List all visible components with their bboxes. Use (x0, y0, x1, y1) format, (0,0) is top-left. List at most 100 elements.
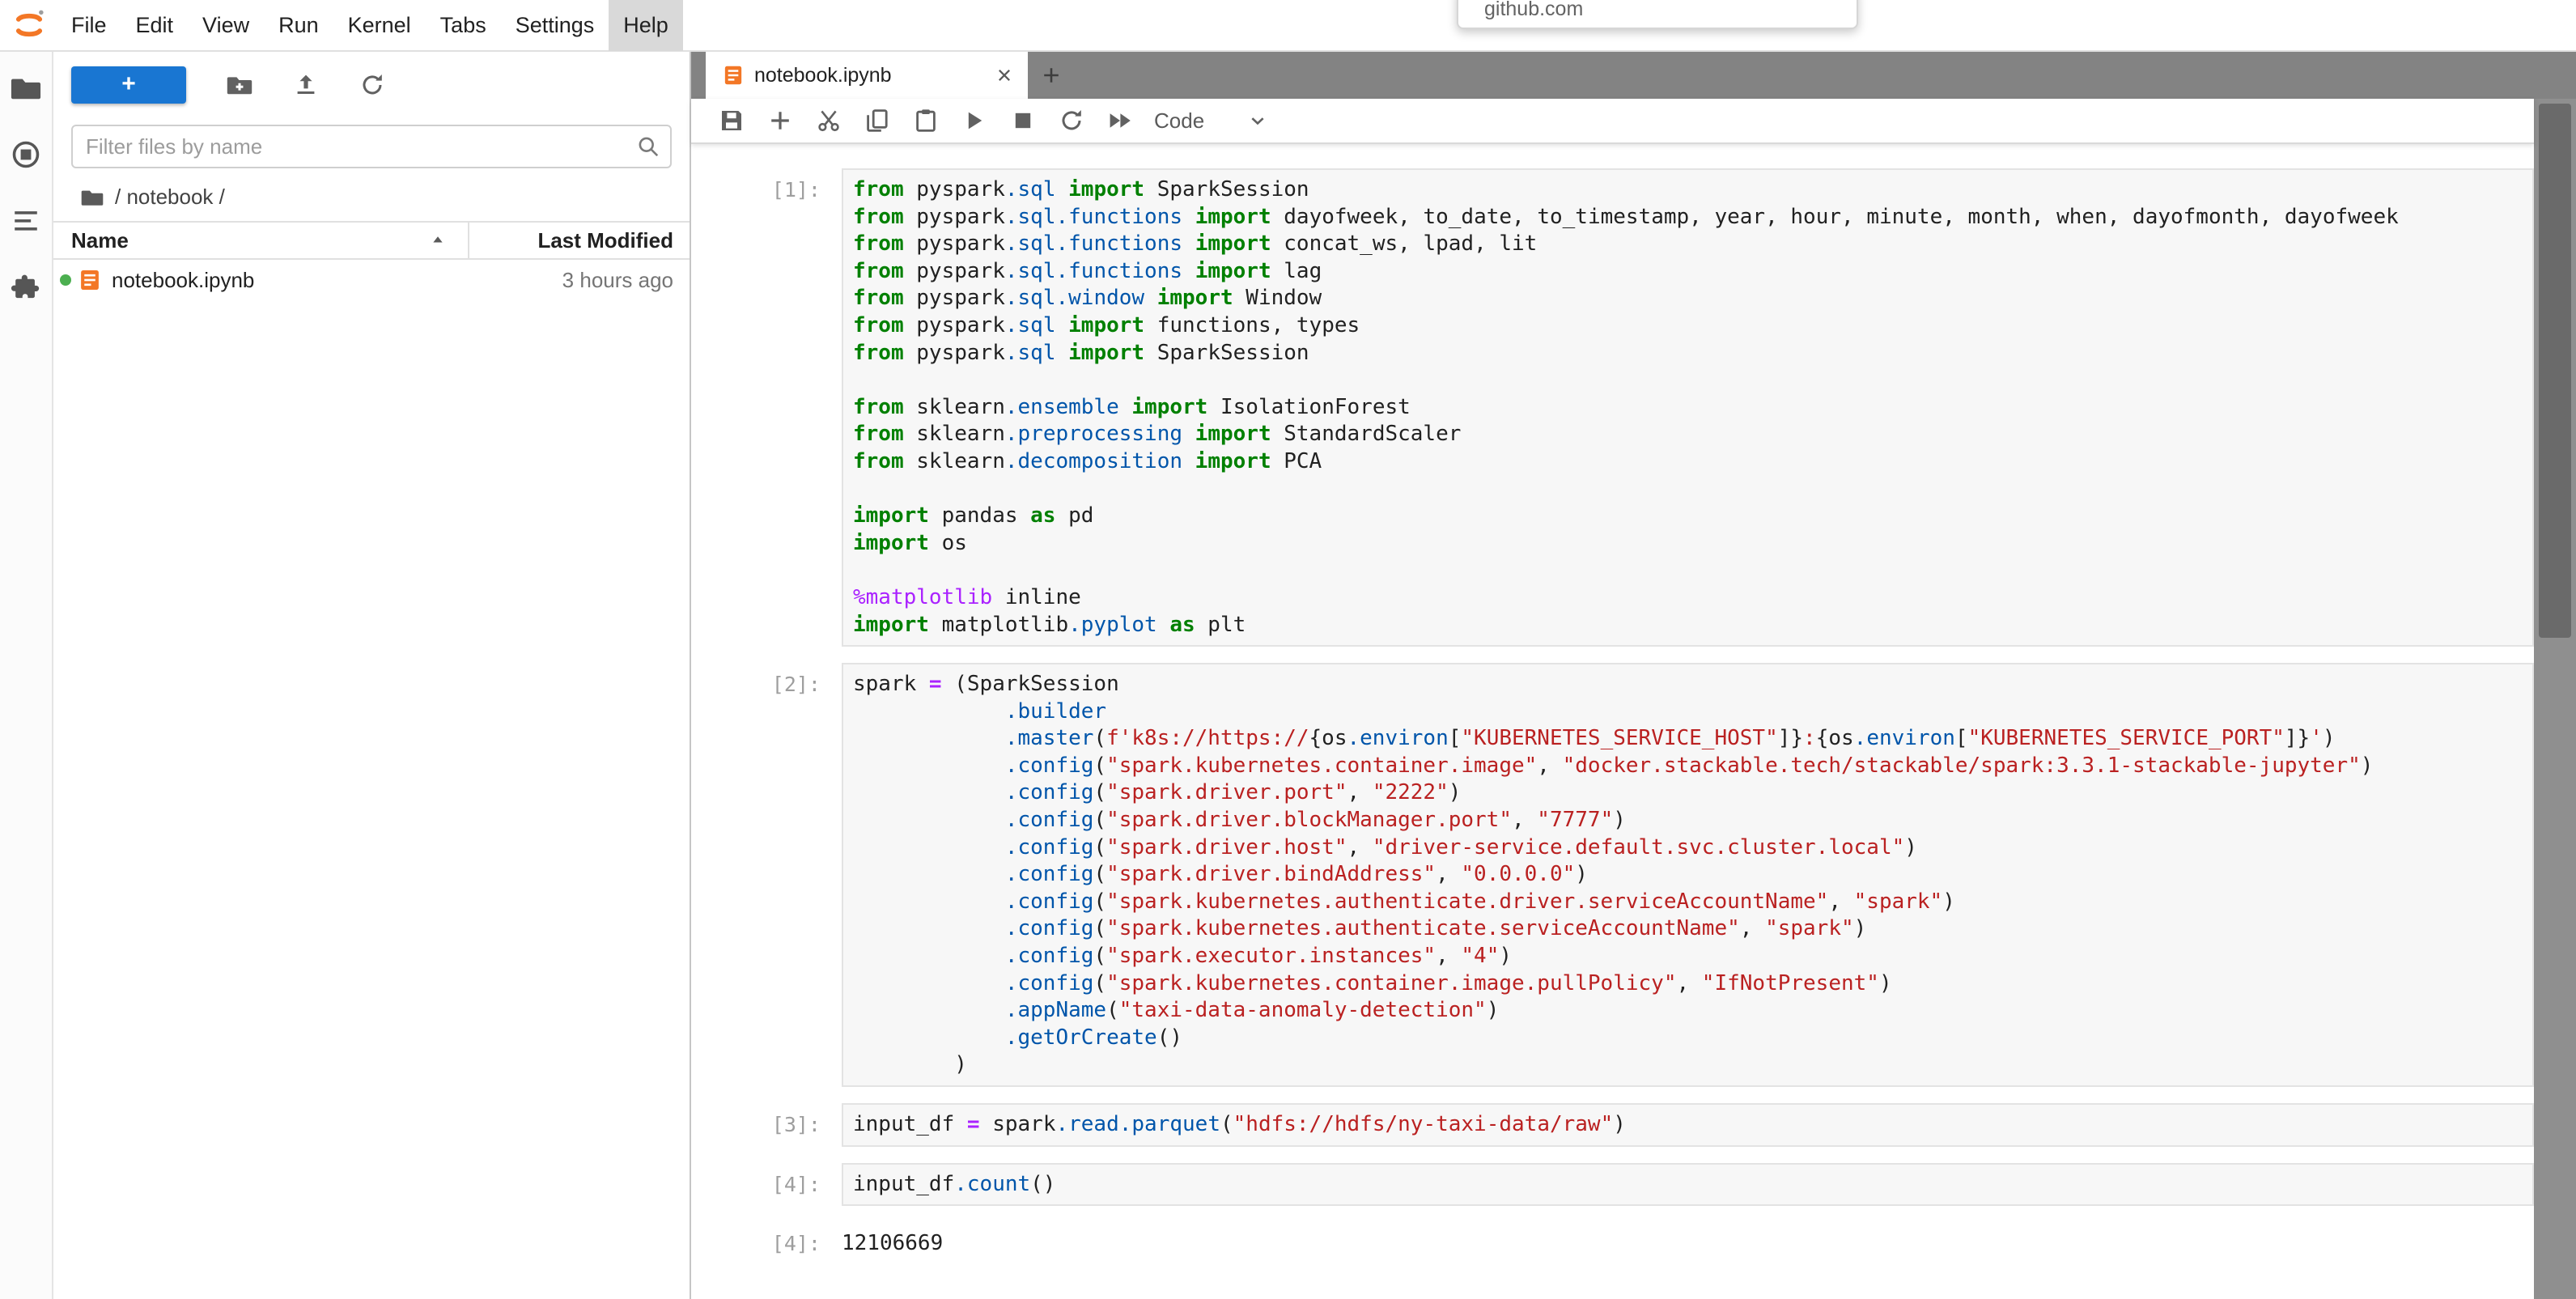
code-line: ) (853, 1051, 2523, 1079)
notebook-cell[interactable]: [4]:input_df.count() (691, 1163, 2534, 1207)
menu-item-file[interactable]: File (57, 0, 121, 51)
cell-editor[interactable]: spark = (SparkSession .builder .master(f… (842, 663, 2534, 1087)
notebook-toolbar-buttons (719, 108, 1133, 134)
folder-icon[interactable] (81, 186, 104, 209)
cell-type-value: Code (1154, 108, 1204, 134)
insert-cell-button[interactable] (767, 108, 793, 134)
menu-item-help[interactable]: Help (609, 0, 683, 51)
folder-icon[interactable] (11, 73, 41, 104)
code-line: .config("spark.driver.host", "driver-ser… (853, 834, 2523, 862)
notebook-cell[interactable]: [1]:from pyspark.sql import SparkSession… (691, 168, 2534, 647)
cell-type-dropdown[interactable]: Code (1154, 108, 1269, 134)
scrollbar-thumb[interactable] (2539, 104, 2571, 638)
paste-button[interactable] (913, 108, 939, 134)
copy-icon (864, 108, 890, 134)
breadcrumb-path: / notebook / (115, 185, 225, 210)
file-listing-header: Name Last Modified (53, 221, 690, 260)
code-line: from pyspark.sql import SparkSession (853, 340, 2523, 367)
restart-button[interactable] (1059, 108, 1084, 134)
new-folder-button[interactable] (227, 72, 253, 98)
notebook-toolbar: Code (691, 99, 2534, 144)
code-line: from pyspark.sql import functions, types (853, 312, 2523, 340)
code-line: spark = (SparkSession (853, 671, 2523, 698)
code-line: from pyspark.sql import SparkSession (853, 176, 2523, 204)
run-icon (961, 108, 987, 134)
cell-editor[interactable]: input_df.count() (842, 1163, 2534, 1207)
code-line: %matplotlib inline (853, 584, 2523, 612)
menu-item-edit[interactable]: Edit (121, 0, 189, 51)
new-tab-button[interactable] (1028, 52, 1075, 99)
tab-notebook[interactable]: notebook.ipynb (706, 52, 1028, 99)
save-icon (719, 108, 745, 134)
stop-icon (1010, 108, 1036, 134)
code-line: .config("spark.kubernetes.container.imag… (853, 970, 2523, 998)
copy-button[interactable] (864, 108, 890, 134)
table-of-contents-icon[interactable] (11, 206, 41, 236)
code-line: from pyspark.sql.window import Window (853, 285, 2523, 312)
code-line (853, 476, 2523, 503)
notebook-icon (78, 268, 102, 292)
run-button[interactable] (961, 108, 987, 134)
code-line: .config("spark.driver.port", "2222") (853, 779, 2523, 807)
stop-button[interactable] (1010, 108, 1036, 134)
file-browser-toolbar: + (53, 52, 690, 107)
file-filter (71, 125, 672, 168)
file-name: notebook.ipynb (112, 268, 562, 293)
code-line (853, 367, 2523, 394)
code-line: .config("spark.driver.bindAddress", "0.0… (853, 861, 2523, 889)
refresh-button[interactable] (359, 72, 385, 98)
code-line: .appName("taxi-data-anomaly-detection") (853, 997, 2523, 1025)
notebook-icon (722, 64, 745, 87)
cell-input-prompt: [2]: (691, 663, 842, 1087)
save-button[interactable] (719, 108, 745, 134)
cell-editor[interactable]: input_df = spark.read.parquet("hdfs://hd… (842, 1103, 2534, 1147)
extensions-icon[interactable] (11, 272, 41, 303)
fast-forward-button[interactable] (1107, 108, 1133, 134)
cell-output-text: 12106669 (842, 1222, 943, 1258)
menu-bar: FileEditViewRunKernelTabsSettingsHelp (0, 0, 2576, 52)
menu-item-settings[interactable]: Settings (501, 0, 609, 51)
notebook-cell[interactable]: [3]: input_df = spark.read.parquet("hdfs:… (691, 1103, 2534, 1147)
jupyterlab-window: FileEditViewRunKernelTabsSettingsHelp gi… (0, 0, 2576, 1299)
code-line (853, 557, 2523, 584)
plus-icon (1041, 65, 1062, 86)
menu-item-run[interactable]: Run (264, 0, 333, 51)
menu-item-view[interactable]: View (188, 0, 264, 51)
chevron-down-icon (1246, 109, 1269, 132)
code-line: input_df = spark.read.parquet("hdfs://hd… (853, 1111, 2523, 1139)
paste-icon (913, 108, 939, 134)
sort-ascending-icon (431, 233, 445, 248)
tab-title: notebook.ipynb (754, 64, 984, 87)
running-kernels-icon[interactable] (11, 139, 41, 170)
notebook-cell[interactable]: [2]:spark = (SparkSession .builder .mast… (691, 663, 2534, 1087)
code-line: .config("spark.kubernetes.authenticate.d… (853, 889, 2523, 916)
cell-input-prompt: [3]: (691, 1103, 842, 1147)
breadcrumb[interactable]: / notebook / (53, 176, 690, 221)
column-header-name[interactable]: Name (53, 223, 469, 258)
cell-output-prompt: [4]: (691, 1222, 842, 1258)
notebook-dock: Code [1]:from pyspark.sql import SparkSe… (691, 99, 2576, 1299)
cell-input-prompt: [4]: (691, 1163, 842, 1207)
code-line: .getOrCreate() (853, 1025, 2523, 1052)
menu-item-tabs[interactable]: Tabs (426, 0, 501, 51)
notebook-scrollbar[interactable] (2534, 99, 2576, 1299)
file-filter-input[interactable] (71, 125, 672, 168)
column-header-modified[interactable]: Last Modified (469, 223, 690, 258)
running-indicator (60, 274, 71, 286)
new-launcher-button[interactable]: + (71, 66, 186, 104)
file-row[interactable]: notebook.ipynb3 hours ago (53, 260, 690, 300)
code-line: from pyspark.sql.functions import lag (853, 258, 2523, 286)
upload-button[interactable] (293, 72, 319, 98)
code-line: from sklearn.ensemble import IsolationFo… (853, 394, 2523, 422)
main-area: notebook.ipynb Code [1]:from (691, 52, 2576, 1299)
close-icon[interactable] (994, 65, 1015, 86)
refresh-icon (359, 72, 385, 98)
code-line: .master(f'k8s://https://{os.environ["KUB… (853, 725, 2523, 753)
code-line: from sklearn.preprocessing import Standa… (853, 421, 2523, 448)
file-browser-toolbar-buttons (186, 72, 385, 98)
code-line: import pandas as pd (853, 503, 2523, 530)
code-line: .config("spark.driver.blockManager.port"… (853, 807, 2523, 834)
menu-item-kernel[interactable]: Kernel (333, 0, 426, 51)
cut-button[interactable] (816, 108, 842, 134)
cell-editor[interactable]: from pyspark.sql import SparkSessionfrom… (842, 168, 2534, 647)
